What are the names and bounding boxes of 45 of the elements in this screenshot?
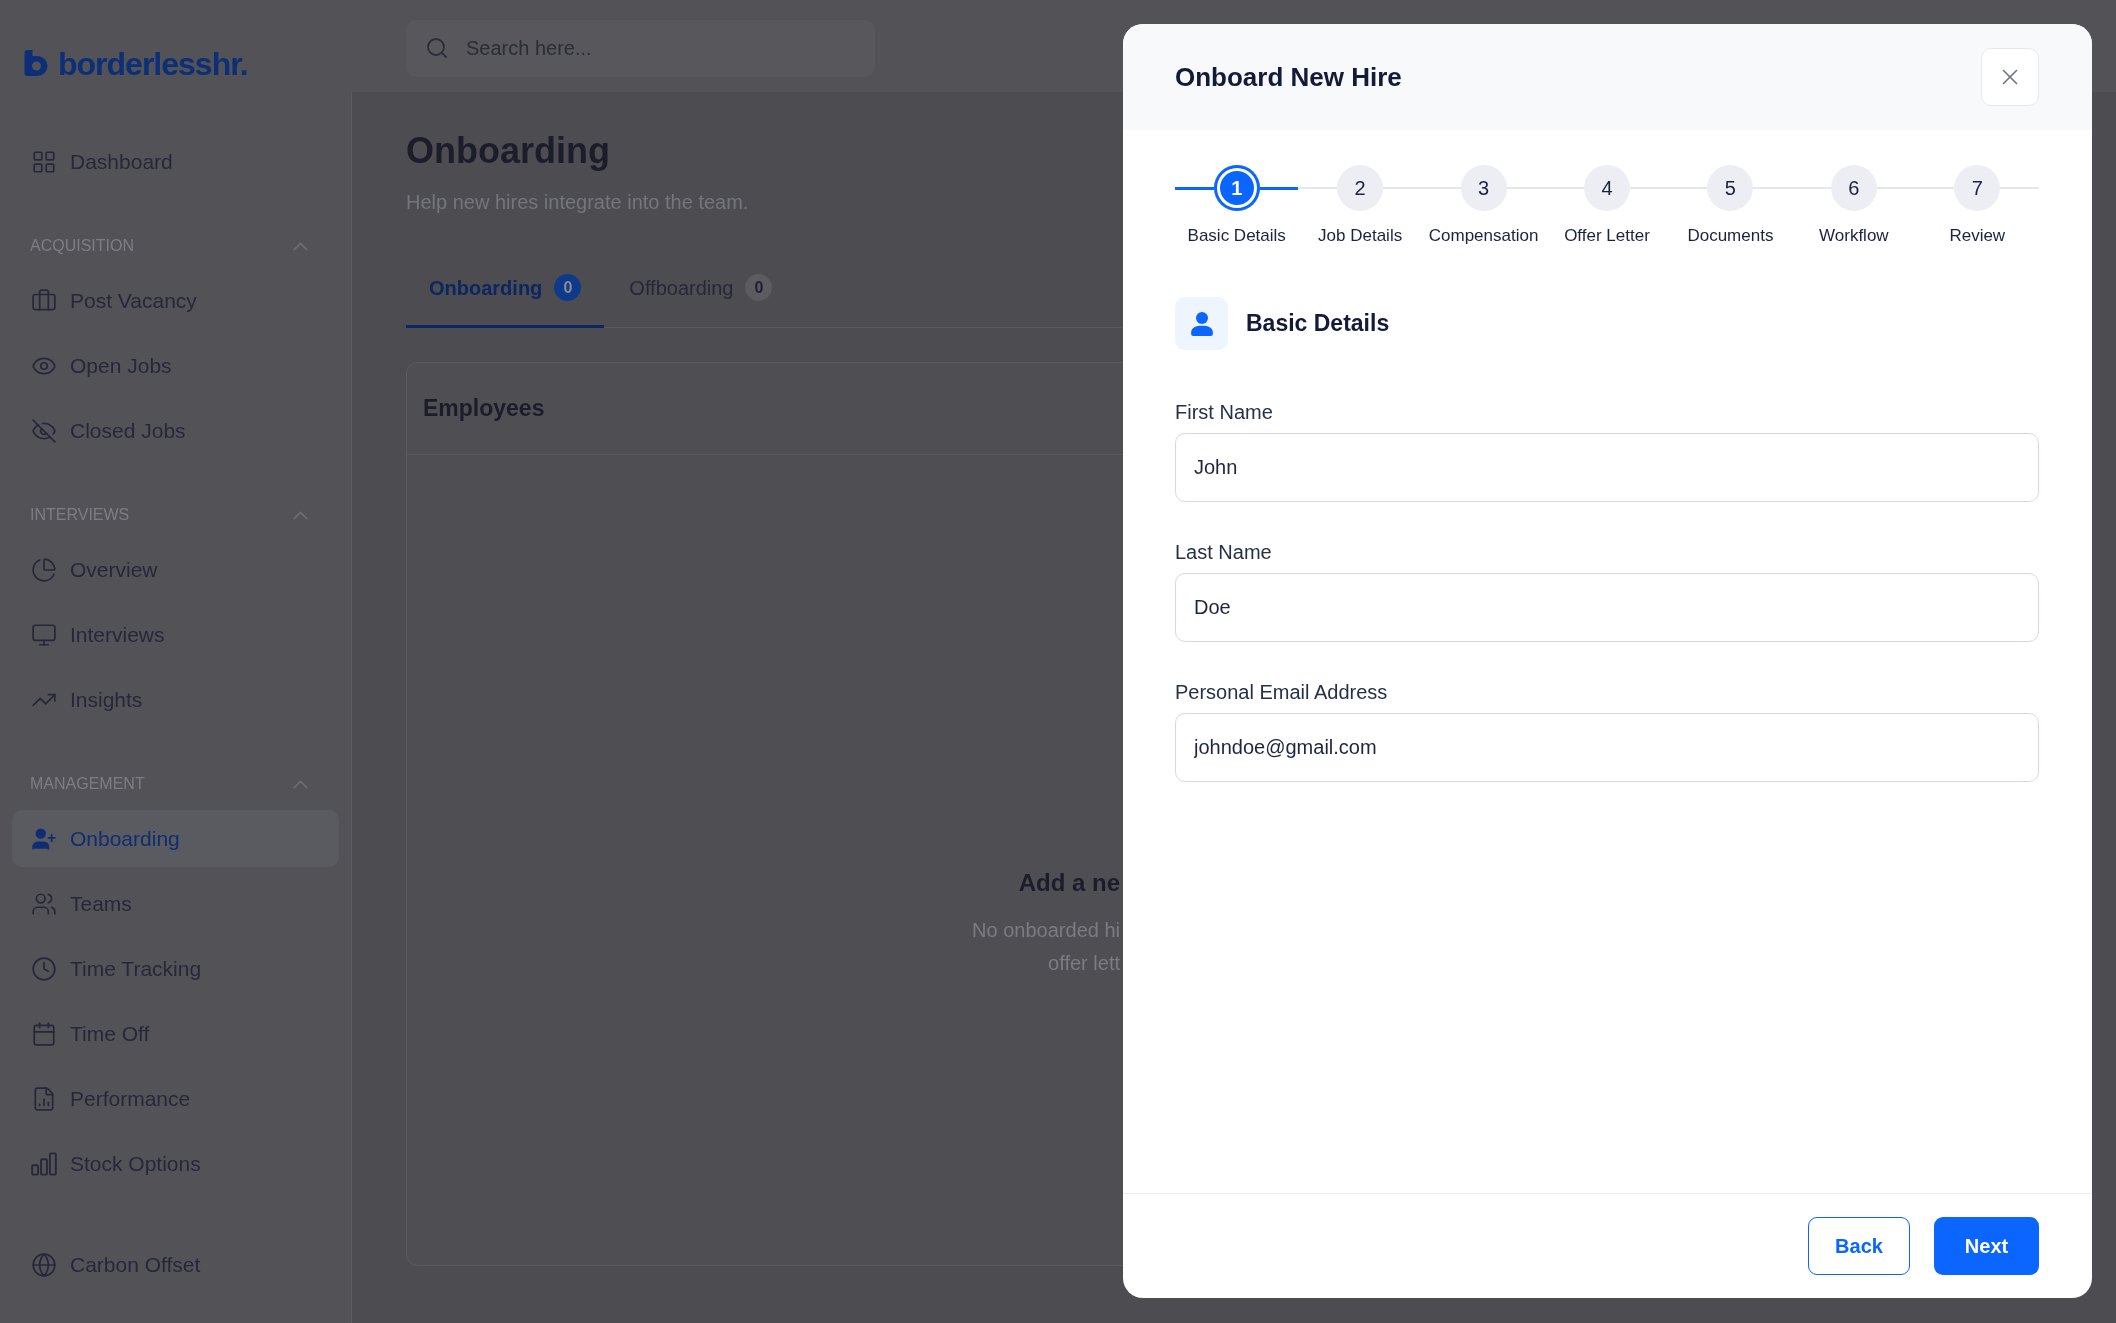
step-label: Basic Details <box>1187 225 1286 247</box>
sidebar-item[interactable]: Onboarding <box>12 810 339 867</box>
monitor-icon <box>31 621 57 648</box>
calendar-icon <box>31 1020 57 1047</box>
logo-icon <box>24 50 48 76</box>
users-icon <box>31 890 57 917</box>
brand-name: borderlesshr. <box>58 48 248 80</box>
step-label: Workflow <box>1819 225 1889 247</box>
text-input[interactable]: johndoe@gmail.com <box>1175 713 2039 782</box>
modal-title: Onboard New Hire <box>1175 60 1402 94</box>
tab[interactable]: Onboarding 0 <box>406 250 605 328</box>
step-label: Job Details <box>1318 225 1403 247</box>
step-number: 1 <box>1213 165 1260 211</box>
step-number: 7 <box>1954 165 2001 211</box>
next-button[interactable]: Next <box>1934 1217 2039 1275</box>
step-number: 3 <box>1460 165 1507 211</box>
bar-chart-icon <box>31 1150 57 1177</box>
step-number: 4 <box>1584 165 1630 211</box>
step-label: Offer Letter <box>1564 225 1650 247</box>
crossed-eye-icon <box>31 417 57 444</box>
step-label: Compensation <box>1428 225 1539 247</box>
clock-icon <box>31 955 57 982</box>
text-input[interactable]: Doe <box>1175 573 2039 642</box>
user-plus-icon <box>31 825 57 852</box>
field-label: First Name <box>1175 400 1274 425</box>
count-badge: 0 <box>745 274 773 301</box>
close-button[interactable] <box>1981 48 2039 106</box>
step-number: 6 <box>1830 165 1877 211</box>
globe-icon <box>31 1251 57 1278</box>
step-label: Review <box>1949 225 2006 247</box>
step-number: 5 <box>1707 165 1754 211</box>
count-badge: 0 <box>554 274 582 301</box>
pie-chart-icon <box>31 556 57 583</box>
user-icon <box>1175 297 1228 350</box>
section-title: Basic Details <box>1246 309 1390 339</box>
briefcase-icon <box>31 287 57 314</box>
grid-icon <box>31 148 57 175</box>
step-number: 2 <box>1337 165 1384 211</box>
field-label: Last Name <box>1175 540 1273 565</box>
field-label: Personal Email Address <box>1175 680 1389 705</box>
step-label: Documents <box>1687 225 1774 247</box>
text-input[interactable]: John <box>1175 433 2039 502</box>
back-button[interactable]: Back <box>1808 1217 1910 1275</box>
document-chart-icon <box>31 1085 57 1112</box>
search-icon <box>425 36 449 60</box>
